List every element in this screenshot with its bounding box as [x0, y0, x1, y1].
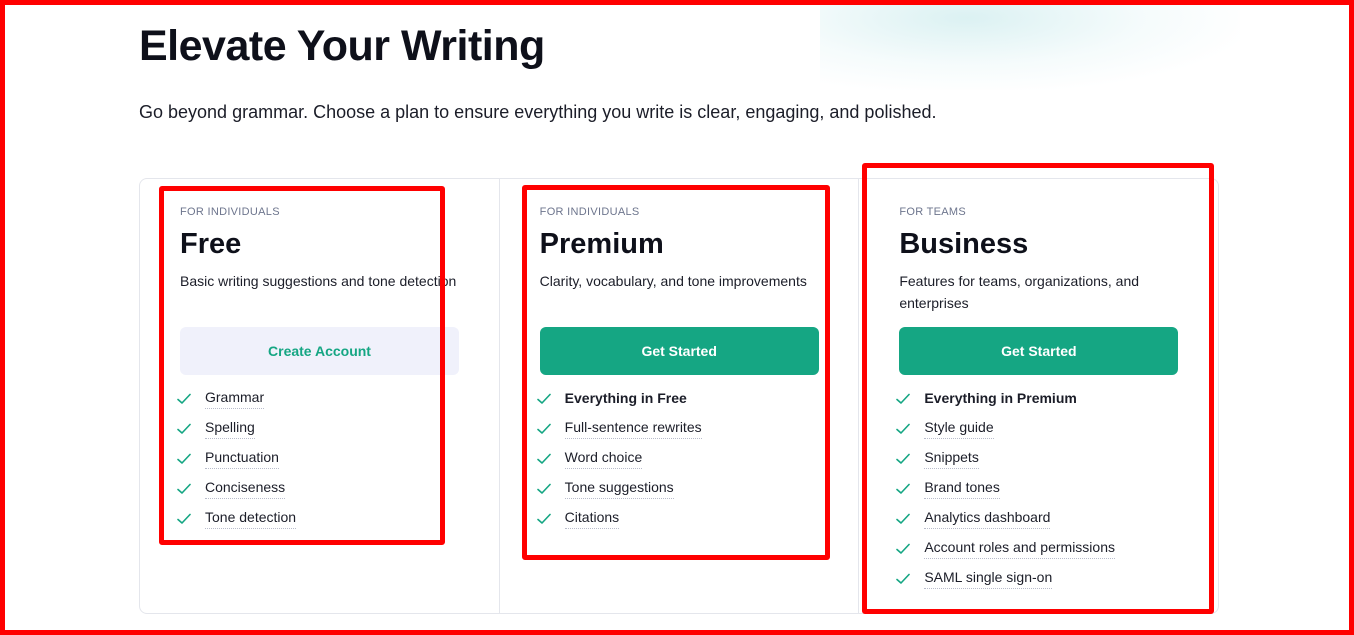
feature-item: Spelling	[177, 414, 459, 444]
feature-label[interactable]: Grammar	[205, 389, 265, 409]
get-started-premium-button[interactable]: Get Started	[539, 327, 819, 375]
check-icon	[536, 513, 551, 524]
check-icon	[896, 573, 911, 584]
feature-label: Everything in Premium	[924, 389, 1077, 406]
feature-item: Word choice	[536, 444, 819, 474]
plan-audience: FOR TEAMS	[899, 206, 967, 218]
feature-item: Conciseness	[177, 474, 459, 504]
plan-card-free: FOR INDIVIDUALS Free Basic writing sugge…	[140, 179, 499, 613]
feature-label[interactable]: Word choice	[564, 449, 643, 469]
feature-item: Everything in Premium	[896, 384, 1178, 414]
page-subtitle: Go beyond grammar. Choose a plan to ensu…	[139, 102, 937, 122]
feature-item: Tone detection	[177, 504, 459, 534]
feature-item: Full-sentence rewrites	[536, 414, 819, 444]
feature-label[interactable]: Tone suggestions	[564, 479, 674, 499]
check-icon	[177, 453, 191, 464]
feature-label[interactable]: Account roles and permissions	[924, 539, 1115, 559]
feature-label: Everything in Free	[564, 389, 687, 406]
plan-description: Features for teams, organizations, and e…	[899, 273, 1140, 311]
feature-label[interactable]: SAML single sign-on	[924, 569, 1053, 589]
feature-label[interactable]: Analytics dashboard	[924, 509, 1051, 529]
background-glow	[820, 0, 1240, 90]
plan-description: Basic writing suggestions and tone detec…	[180, 273, 457, 289]
plan-name: Premium	[539, 228, 664, 260]
check-icon	[177, 483, 191, 494]
check-icon	[896, 393, 911, 404]
feature-label[interactable]: Punctuation	[205, 449, 279, 469]
page-title: Elevate Your Writing	[139, 22, 545, 70]
feature-item: Style guide	[896, 414, 1178, 444]
feature-label[interactable]: Citations	[564, 509, 620, 529]
create-account-button[interactable]: Create Account	[180, 327, 459, 375]
feature-list: Everything in Free Full-sentence rewrite…	[536, 384, 819, 534]
feature-item: Brand tones	[896, 474, 1178, 504]
check-icon	[177, 423, 191, 434]
check-icon	[896, 423, 911, 434]
feature-item: Grammar	[177, 384, 459, 414]
pricing-plans: FOR INDIVIDUALS Free Basic writing sugge…	[139, 178, 1219, 614]
feature-label[interactable]: Tone detection	[205, 509, 297, 529]
check-icon	[896, 543, 911, 554]
check-icon	[536, 423, 551, 434]
check-icon	[896, 513, 911, 524]
get-started-business-button[interactable]: Get Started	[899, 327, 1179, 375]
feature-list: Grammar Spelling Punctuation Conciseness…	[177, 384, 459, 534]
plan-name: Business	[899, 228, 1029, 260]
plan-card-business: FOR TEAMS Business Features for teams, o…	[858, 179, 1218, 613]
feature-item: Analytics dashboard	[896, 504, 1178, 534]
feature-item: Tone suggestions	[536, 474, 819, 504]
feature-list: Everything in Premium Style guide Snippe…	[896, 384, 1178, 594]
feature-label[interactable]: Brand tones	[924, 479, 1000, 499]
feature-item: Punctuation	[177, 444, 459, 474]
check-icon	[177, 393, 191, 404]
feature-item: Everything in Free	[536, 384, 819, 414]
feature-label[interactable]: Full-sentence rewrites	[564, 419, 702, 439]
feature-label[interactable]: Spelling	[205, 419, 255, 439]
feature-item: Snippets	[896, 444, 1178, 474]
check-icon	[177, 513, 191, 524]
feature-label[interactable]: Snippets	[924, 449, 979, 469]
feature-item: Citations	[536, 504, 819, 534]
plan-name: Free	[180, 228, 242, 260]
feature-item: Account roles and permissions	[896, 534, 1178, 564]
check-icon	[536, 393, 551, 404]
check-icon	[536, 453, 551, 464]
feature-label[interactable]: Conciseness	[205, 479, 286, 499]
feature-item: SAML single sign-on	[896, 564, 1178, 594]
plan-card-premium: FOR INDIVIDUALS Premium Clarity, vocabul…	[498, 179, 859, 613]
plan-description: Clarity, vocabulary, and tone improvemen…	[539, 273, 807, 289]
check-icon	[896, 453, 911, 464]
check-icon	[896, 483, 911, 494]
plan-audience: FOR INDIVIDUALS	[539, 206, 640, 218]
plan-audience: FOR INDIVIDUALS	[180, 206, 280, 218]
feature-label[interactable]: Style guide	[924, 419, 994, 439]
check-icon	[536, 483, 551, 494]
